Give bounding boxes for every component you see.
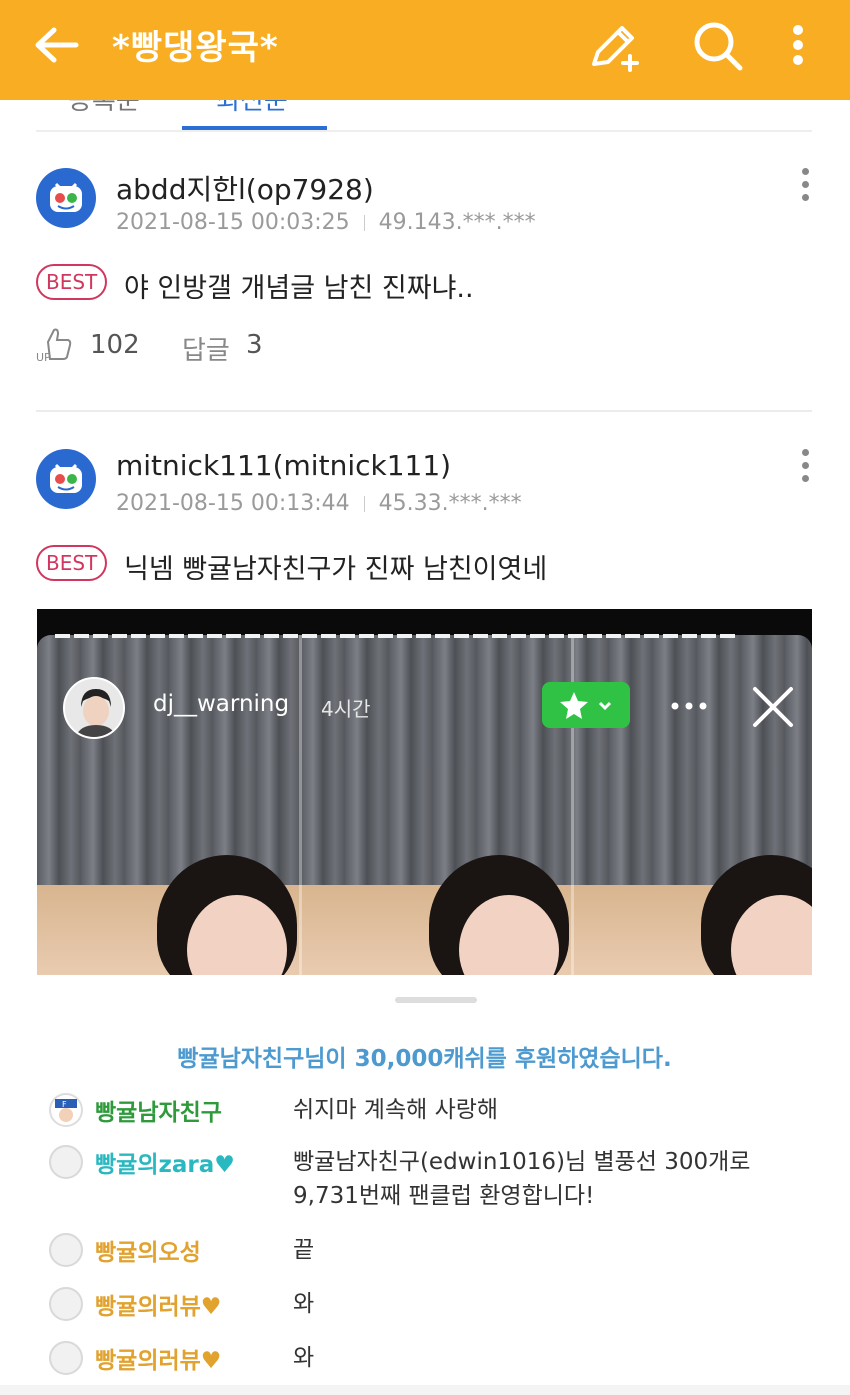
more-vertical-icon[interactable] bbox=[770, 18, 826, 74]
stream-video: dj__warning 4시간 bbox=[37, 609, 812, 975]
comment-datetime: 2021-08-15 00:03:25 bbox=[116, 210, 350, 235]
chat-message: F 빵귤남자친구 쉬지마 계속해 사랑해 bbox=[49, 1091, 809, 1131]
chat-avatar bbox=[49, 1341, 83, 1375]
search-icon[interactable] bbox=[690, 18, 746, 74]
chat-avatar bbox=[49, 1233, 83, 1267]
comment-username[interactable]: mitnick111(mitnick111) bbox=[116, 449, 451, 482]
streamer-face bbox=[429, 855, 569, 975]
chat-text: 와 bbox=[293, 1291, 315, 1317]
streamer-face bbox=[701, 855, 812, 975]
story-progress bbox=[55, 623, 795, 638]
chat-nickname[interactable]: 빵귤의오성 bbox=[95, 1233, 201, 1267]
more-horizontal-icon[interactable] bbox=[671, 702, 707, 710]
avatar[interactable] bbox=[36, 168, 96, 228]
like-count: 102 bbox=[90, 330, 140, 360]
chat-message: 빵귤의러뷰♥ 와 bbox=[49, 1339, 809, 1379]
chat-text: 9,731번째 팬클럽 환영합니다! bbox=[293, 1183, 595, 1209]
chat-avatar: F bbox=[49, 1093, 83, 1127]
comment-meta: 2021-08-15 00:13:44 45.33.***.*** bbox=[116, 491, 522, 516]
active-tab-indicator bbox=[182, 126, 327, 130]
divider bbox=[36, 410, 812, 412]
comment-actions: UP 102 답글 3 bbox=[36, 328, 336, 367]
comment-more-icon[interactable] bbox=[798, 449, 812, 489]
best-badge: BEST bbox=[36, 264, 108, 300]
chat-text: 끝 bbox=[293, 1237, 315, 1263]
reply-count: 3 bbox=[246, 330, 263, 360]
page-title: *빵댕왕국* bbox=[112, 28, 279, 68]
donation-notice: 빵귤남자친구님이 30,000캐쉬를 후원하였습니다. bbox=[177, 1046, 672, 1072]
comment-image[interactable]: dj__warning 4시간 빵귤남자친구님이 30,000캐쉬를 후원하였습… bbox=[37, 609, 812, 1389]
chat-text: 와 bbox=[293, 1345, 315, 1371]
favorite-button[interactable] bbox=[542, 682, 630, 728]
app-bar: *빵댕왕국* bbox=[0, 0, 850, 100]
streamer-face bbox=[157, 855, 297, 975]
comment-text: 닉넴 빵귤남자친구가 진짜 남친이엿네 bbox=[124, 554, 548, 585]
comment-meta: 2021-08-15 00:03:25 49.143.***.*** bbox=[116, 210, 536, 235]
post-time: 4시간 bbox=[321, 697, 371, 721]
comment-text: 야 인방갤 개념글 남친 진짜냐.. bbox=[124, 273, 474, 304]
comment-ip: 49.143.***.*** bbox=[378, 210, 536, 235]
svg-text:F: F bbox=[62, 1100, 67, 1109]
chat-nickname[interactable]: 빵귤남자친구 bbox=[95, 1093, 222, 1127]
avatar[interactable] bbox=[36, 449, 96, 509]
chat-text: 쉬지마 계속해 사랑해 bbox=[293, 1097, 499, 1123]
chat-avatar bbox=[49, 1145, 83, 1179]
video-frame bbox=[37, 635, 812, 975]
chat-message: 빵귤의러뷰♥ 와 bbox=[49, 1285, 809, 1325]
chat-nickname[interactable]: 빵귤의러뷰♥ bbox=[95, 1287, 221, 1321]
close-icon[interactable] bbox=[749, 683, 797, 731]
streamer-name[interactable]: dj__warning bbox=[153, 691, 289, 717]
chat-avatar bbox=[49, 1287, 83, 1321]
divider bbox=[363, 496, 365, 512]
best-badge: BEST bbox=[36, 545, 108, 581]
divider bbox=[0, 1385, 850, 1395]
divider bbox=[363, 215, 365, 231]
streamer-avatar[interactable] bbox=[63, 677, 125, 739]
drag-handle[interactable] bbox=[395, 997, 477, 1003]
comment-username[interactable]: abdd지한l(op7928) bbox=[116, 168, 374, 208]
reply-button[interactable]: 답글 bbox=[182, 330, 230, 367]
chat-nickname[interactable]: 빵귤의러뷰♥ bbox=[95, 1341, 221, 1375]
chat-message: 빵귤의오성 끝 bbox=[49, 1231, 809, 1271]
comment-datetime: 2021-08-15 00:13:44 bbox=[116, 491, 350, 516]
svg-text:UP: UP bbox=[36, 351, 51, 364]
tv-mascot-icon bbox=[50, 182, 82, 212]
chat-nickname[interactable]: 빵귤의zara♥ bbox=[95, 1145, 235, 1179]
comment-ip: 45.33.***.*** bbox=[378, 491, 522, 516]
comment-more-icon[interactable] bbox=[798, 168, 812, 208]
chat-panel: 빵귤남자친구님이 30,000캐쉬를 후원하였습니다. F 빵귤남자친구 쉬지마… bbox=[37, 975, 812, 1389]
chat-text: 빵귤남자친구(edwin1016)님 별풍선 300개로 bbox=[293, 1149, 751, 1175]
back-arrow-icon[interactable] bbox=[30, 22, 86, 68]
tv-mascot-icon bbox=[50, 463, 82, 493]
write-icon[interactable] bbox=[586, 18, 642, 74]
chat-message: 빵귤의zara♥ 빵귤남자친구(edwin1016)님 별풍선 300개로 9,… bbox=[49, 1143, 809, 1223]
thumbs-up-icon[interactable]: UP bbox=[36, 324, 76, 364]
